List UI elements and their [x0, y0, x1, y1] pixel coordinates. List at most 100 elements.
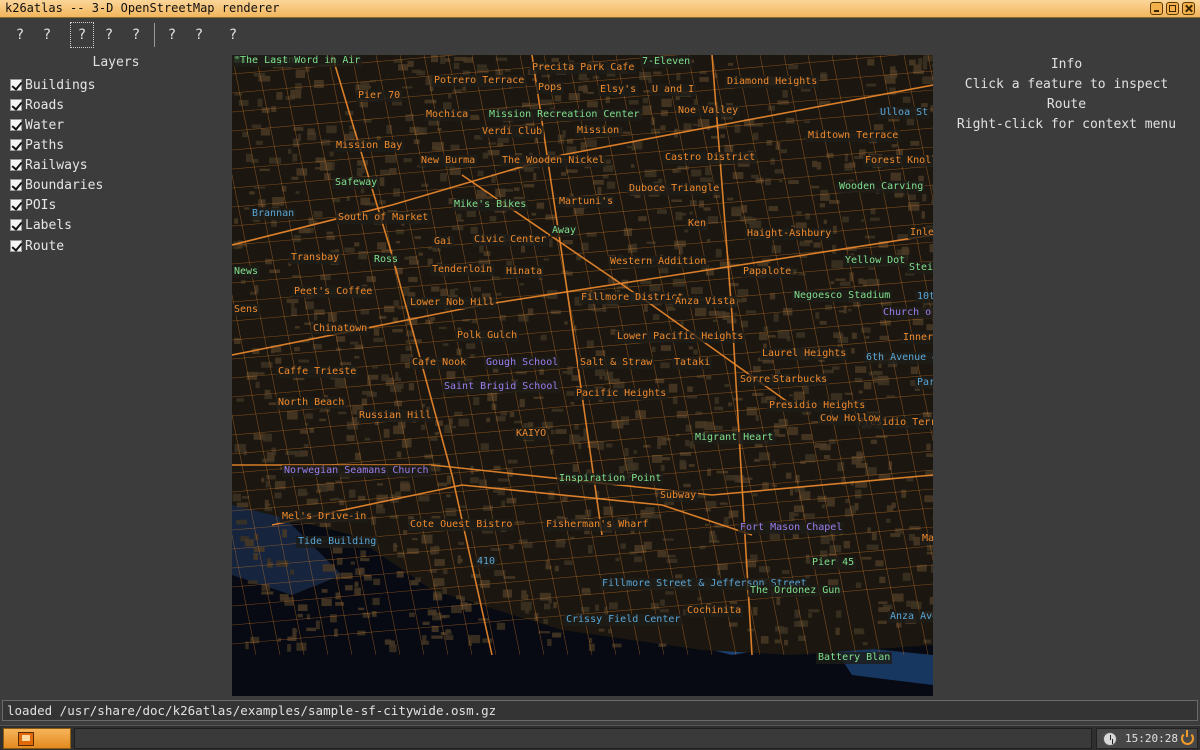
map-label[interactable]: The Ordonez Gun: [748, 585, 843, 597]
map-label[interactable]: Potrero Terrace: [432, 75, 527, 87]
map-label[interactable]: Church o: [881, 307, 933, 319]
map-label[interactable]: Polk Gulch: [455, 330, 520, 342]
map-label[interactable]: Anza Vista: [673, 296, 738, 308]
map-label[interactable]: Fort Mason Chapel: [738, 522, 845, 534]
map-label[interactable]: Away: [550, 225, 579, 237]
map-label[interactable]: Laurel Heights: [760, 348, 849, 360]
map-label[interactable]: Verdi Club: [480, 126, 545, 138]
map-label[interactable]: North Beach: [276, 397, 347, 409]
map-label[interactable]: Wooden Carving: [837, 181, 926, 193]
close-icon[interactable]: [1182, 2, 1195, 15]
map-label[interactable]: Russian Hill: [357, 410, 434, 422]
map-label[interactable]: Tataki: [672, 357, 713, 369]
map-viewport[interactable]: Potrero Terrace Precita Park Cafe 7-Eleven…: [232, 55, 933, 696]
map-label[interactable]: Norwegian Seamans Church: [282, 465, 431, 477]
map-label[interactable]: U and I: [650, 84, 697, 96]
toolbar-button-2[interactable]: ?: [35, 22, 59, 48]
map-label[interactable]: Cow Hollow: [818, 413, 883, 425]
start-button[interactable]: [3, 728, 71, 749]
map-label[interactable]: Papalote: [741, 266, 794, 278]
toolbar-button-6[interactable]: ?: [160, 22, 184, 48]
map-label[interactable]: Cochinita: [685, 605, 744, 617]
map-label[interactable]: KAIYO: [514, 428, 549, 440]
map-label[interactable]: Caffe Trieste: [276, 366, 359, 378]
toolbar-button-8[interactable]: ?: [221, 22, 245, 48]
map-label[interactable]: Mission: [575, 125, 622, 137]
map-label[interactable]: New Burma: [419, 155, 478, 167]
map-label[interactable]: 7-Eleven: [640, 56, 693, 68]
map-label[interactable]: Saint Brigid School: [442, 381, 561, 393]
map-label[interactable]: Fisherman's Wharf: [544, 519, 651, 531]
map-label[interactable]: Martuni's: [557, 196, 616, 208]
map-label[interactable]: Cote Ouest Bistro: [408, 519, 515, 531]
map-label[interactable]: Duboce Triangle: [627, 183, 722, 195]
map-label[interactable]: Salt & Straw: [578, 357, 655, 369]
map-label[interactable]: Crissy Field Center: [564, 614, 683, 626]
map-label[interactable]: News: [232, 266, 261, 278]
layer-toggle-railways[interactable]: Railways: [10, 156, 88, 174]
map-label[interactable]: Chinatown: [311, 323, 370, 335]
map-label[interactable]: Transbay: [289, 252, 342, 264]
map-label[interactable]: Tenderloin: [430, 264, 495, 276]
map-label[interactable]: Fillmore District: [579, 292, 686, 304]
checkbox-icon[interactable]: [10, 139, 22, 151]
map-label[interactable]: Elsy's: [598, 84, 639, 96]
map-label[interactable]: Diamond Heights: [725, 76, 820, 88]
map-label[interactable]: Mission Recreation Center: [487, 109, 642, 121]
map-label[interactable]: Cafe Nook: [410, 357, 469, 369]
layer-toggle-pois[interactable]: POIs: [10, 196, 56, 214]
map-label[interactable]: Mike's Bikes: [452, 199, 529, 211]
layer-toggle-buildings[interactable]: Buildings: [10, 76, 95, 94]
taskbar-window-button[interactable]: [74, 728, 1092, 749]
map-label[interactable]: Anza Avenue & Lincoln Boulevard: [888, 611, 933, 623]
map-label[interactable]: Precita Park Cafe: [530, 62, 637, 74]
map-label[interactable]: Par: [915, 377, 933, 389]
map-label[interactable]: Mission Bay: [334, 140, 405, 152]
checkbox-icon[interactable]: [10, 199, 22, 211]
checkbox-icon[interactable]: [10, 219, 22, 231]
map-label[interactable]: Brannan: [250, 208, 297, 220]
map-label[interactable]: 410: [475, 556, 498, 568]
map-label[interactable]: 6th Avenue &: [864, 352, 933, 364]
map-label[interactable]: Presidio Heights: [767, 400, 868, 412]
map-label[interactable]: Hinata: [504, 266, 545, 278]
map-label[interactable]: Pops: [536, 82, 565, 94]
map-label[interactable]: Pier 45: [810, 557, 857, 569]
checkbox-icon[interactable]: [10, 79, 22, 91]
layer-toggle-roads[interactable]: Roads: [10, 96, 64, 114]
map-label[interactable]: Lower Nob Hill: [408, 297, 497, 309]
map-label[interactable]: Negoesco Stadium: [792, 290, 893, 302]
map-label[interactable]: Forest Knoll: [863, 155, 933, 167]
map-label[interactable]: Inner: [901, 332, 933, 344]
map-label[interactable]: Battery Blan: [816, 652, 893, 664]
checkbox-icon[interactable]: [10, 119, 22, 131]
toolbar-button-3[interactable]: ?: [70, 22, 94, 48]
map-label[interactable]: Stei: [907, 262, 933, 274]
map-label[interactable]: Sens: [232, 304, 261, 316]
checkbox-icon[interactable]: [10, 179, 22, 191]
checkbox-icon[interactable]: [10, 240, 22, 252]
map-label[interactable]: Mel's Drive-in: [280, 511, 369, 523]
map-label[interactable]: Gough School: [484, 357, 561, 369]
map-label[interactable]: Castro District: [663, 152, 758, 164]
toolbar-button-4[interactable]: ?: [97, 22, 121, 48]
toolbar-button-5[interactable]: ?: [124, 22, 148, 48]
map-label[interactable]: Inspiration Point: [557, 473, 664, 485]
map-label[interactable]: South of Market: [336, 212, 431, 224]
map-label[interactable]: Gai: [432, 236, 455, 248]
map-label[interactable]: Ross: [372, 254, 401, 266]
map-label[interactable]: Lower Pacific Heights: [615, 331, 746, 343]
map-label[interactable]: Pier 70: [356, 90, 403, 102]
map-label[interactable]: The Wooden Nickel: [500, 155, 607, 167]
layer-toggle-boundaries[interactable]: Boundaries: [10, 176, 103, 194]
map-label[interactable]: Safeway: [333, 177, 380, 189]
map-label[interactable]: 10t: [915, 291, 933, 303]
map-label[interactable]: Starbucks: [771, 374, 830, 386]
map-label[interactable]: Tide Building: [296, 536, 379, 548]
map-label[interactable]: Inle: [908, 227, 933, 239]
layer-toggle-paths[interactable]: Paths: [10, 136, 64, 154]
layer-toggle-route[interactable]: Route: [10, 237, 64, 255]
toolbar-button-7[interactable]: ?: [187, 22, 211, 48]
map-label[interactable]: Haight-Ashbury: [745, 228, 834, 240]
map-label[interactable]: Noe Valley: [676, 105, 741, 117]
